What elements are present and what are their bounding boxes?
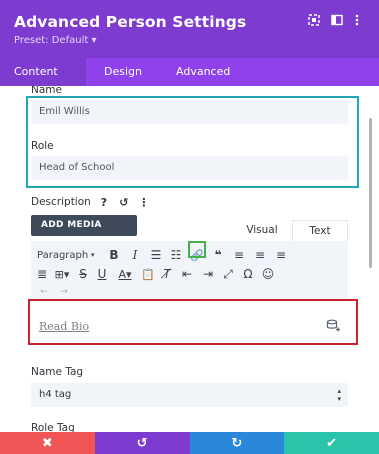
- chevron-down-icon[interactable]: ▾: [91, 247, 95, 263]
- sidebar-icon[interactable]: [329, 12, 345, 28]
- tab-visual[interactable]: Visual: [232, 220, 292, 241]
- cancel-button[interactable]: ✖: [0, 432, 95, 454]
- emoji-icon[interactable]: ☺: [261, 266, 275, 282]
- scrollbar[interactable]: [369, 118, 372, 268]
- more-vertical-icon[interactable]: [349, 12, 365, 28]
- strikethrough-icon[interactable]: S: [76, 266, 90, 282]
- tab-design[interactable]: Design: [90, 58, 156, 86]
- bullet-list-icon[interactable]: ☰: [149, 247, 163, 263]
- tab-advanced[interactable]: Advanced: [162, 58, 244, 86]
- name-field[interactable]: Emil Willis: [31, 100, 348, 124]
- settings-header: Advanced Person Settings Preset: Default…: [0, 0, 379, 58]
- paragraph-select[interactable]: Paragraph: [37, 247, 88, 263]
- numbered-list-icon[interactable]: ☷: [169, 247, 183, 263]
- editor-highlight: [28, 299, 358, 345]
- description-label: Description: [31, 196, 91, 208]
- focus-icon[interactable]: [306, 12, 322, 28]
- role-tag-label: Role Tag: [31, 422, 75, 432]
- name-tag-label: Name Tag: [31, 366, 84, 378]
- table-icon[interactable]: ⊞▾: [53, 266, 71, 282]
- redo-button[interactable]: ↻: [189, 432, 285, 454]
- reset-icon[interactable]: ↺: [117, 196, 131, 209]
- tab-text[interactable]: Text: [292, 220, 348, 241]
- italic-icon[interactable]: I: [128, 247, 142, 263]
- paste-text-icon[interactable]: 📋: [141, 266, 155, 282]
- special-character-icon[interactable]: Ω: [241, 266, 255, 282]
- select-arrows-icon: ▴ ▾: [337, 387, 341, 403]
- underline-icon[interactable]: U: [95, 266, 109, 282]
- align-center-icon[interactable]: ≡: [253, 247, 267, 263]
- name-tag-value: h4 tag: [39, 389, 72, 400]
- tab-content[interactable]: Content: [0, 58, 86, 86]
- indent-icon[interactable]: ⇥: [201, 266, 215, 282]
- redo-arrow-icon[interactable]: →: [57, 284, 71, 300]
- justify-icon[interactable]: ≣: [35, 266, 49, 282]
- outdent-icon[interactable]: ⇤: [180, 266, 194, 282]
- quote-icon[interactable]: ❝: [211, 247, 225, 263]
- clear-formatting-icon[interactable]: T̸: [160, 266, 174, 282]
- save-button[interactable]: ✔: [284, 432, 379, 454]
- align-right-icon[interactable]: ≡: [274, 247, 288, 263]
- undo-button[interactable]: ↺: [94, 432, 190, 454]
- description-row: Description ? ↺ ⋮: [31, 193, 151, 211]
- bottom-action-bar: ✖ ↺ ↻ ✔: [0, 432, 379, 454]
- settings-content[interactable]: Name Emil Willis Role Head of School Des…: [0, 86, 379, 432]
- align-left-icon[interactable]: ≡: [232, 247, 246, 263]
- add-media-button[interactable]: ADD MEDIA: [31, 215, 137, 236]
- role-field[interactable]: Head of School: [31, 156, 348, 180]
- more-options-icon[interactable]: ⋮: [137, 196, 151, 209]
- name-tag-select[interactable]: h4 tag ▴ ▾: [31, 383, 348, 407]
- name-label: Name: [31, 86, 62, 96]
- help-icon[interactable]: ?: [97, 196, 111, 209]
- text-color-icon[interactable]: A▾: [115, 266, 135, 282]
- undo-arrow-icon[interactable]: ←: [37, 284, 51, 300]
- preset-dropdown[interactable]: Preset: Default ▾: [14, 35, 96, 46]
- bold-icon[interactable]: B: [107, 247, 121, 263]
- modal-title: Advanced Person Settings: [14, 13, 247, 31]
- fullscreen-icon[interactable]: ⤢: [221, 266, 235, 282]
- link-icon-highlight: [188, 241, 206, 258]
- role-label: Role: [31, 140, 54, 152]
- settings-tabs: Content Design Advanced: [0, 58, 379, 86]
